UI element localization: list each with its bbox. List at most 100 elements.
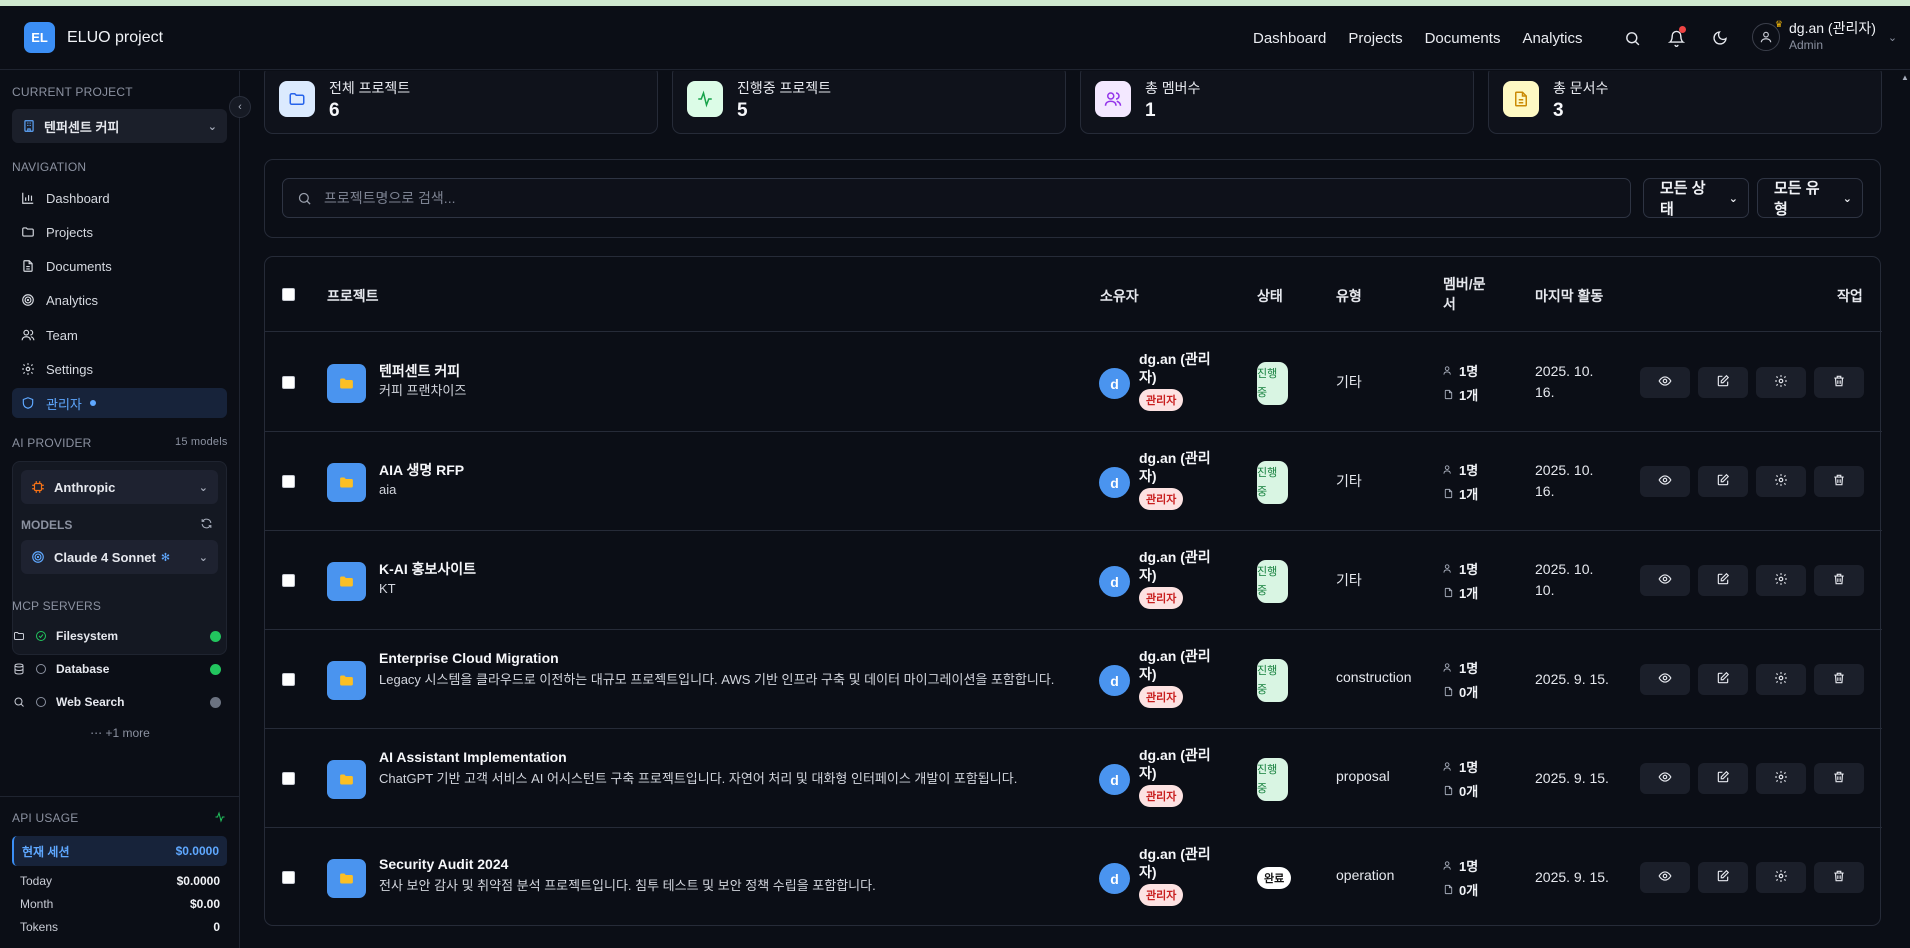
moon-icon[interactable] xyxy=(1710,28,1730,48)
stat-card-members: 총 멤버수 1 xyxy=(1080,71,1474,134)
table-row[interactable]: AIA 생명 RFP aia d dg.an (관리 자) 관리자 진행 중 기타 … xyxy=(265,432,1882,531)
owner-name-line: 자) xyxy=(1139,369,1157,385)
last-activity-date: 2025. 9. 15. xyxy=(1535,671,1609,687)
bell-icon[interactable] xyxy=(1666,26,1686,48)
circle-icon xyxy=(34,696,48,708)
project-title[interactable]: AIA 생명 RFP xyxy=(379,460,464,480)
user-icon xyxy=(1443,563,1454,574)
edit-button[interactable] xyxy=(1698,466,1748,497)
header-type[interactable]: 유형 xyxy=(1336,286,1362,306)
search-box[interactable] xyxy=(282,178,1631,218)
delete-button[interactable] xyxy=(1814,565,1864,596)
row-checkbox[interactable] xyxy=(282,772,295,785)
sidebar-item-documents[interactable]: Documents xyxy=(12,251,227,281)
model-dropdown[interactable]: Claude 4 Sonnet ✻ ⌄ xyxy=(21,540,218,574)
stat-value: 1 xyxy=(1145,100,1156,121)
sidebar: CURRENT PROJECT ‹ 텐퍼센트 커피 ⌄ NAVIGATION D… xyxy=(0,71,251,948)
project-title[interactable]: K-AI 홍보사이트 xyxy=(379,559,476,579)
folder-icon xyxy=(327,562,366,601)
status-filter-select[interactable]: 모든 상태 ⌄ xyxy=(1643,178,1749,218)
settings-button[interactable] xyxy=(1756,367,1806,398)
table-row[interactable]: Enterprise Cloud Migration Legacy 시스템을 클… xyxy=(265,630,1882,729)
stat-card-total-projects: 전체 프로젝트 6 xyxy=(264,71,658,134)
search-icon[interactable] xyxy=(1622,28,1642,48)
view-button[interactable] xyxy=(1640,763,1690,794)
delete-button[interactable] xyxy=(1814,466,1864,497)
project-selector[interactable]: 텐퍼센트 커피 ⌄ xyxy=(12,109,227,143)
project-title[interactable]: AI Assistant Implementation xyxy=(379,749,567,765)
row-checkbox[interactable] xyxy=(282,673,295,686)
select-all-checkbox[interactable] xyxy=(282,288,295,301)
user-menu[interactable]: ♛ dg.an (관리자) Admin ⌄ xyxy=(1752,19,1897,54)
project-title[interactable]: 텐퍼센트 커피 xyxy=(379,361,460,381)
more-servers-link[interactable]: ⋯ +1 more xyxy=(0,726,240,740)
search-input[interactable] xyxy=(324,190,1574,206)
member-count-value: 1명 xyxy=(1459,760,1479,775)
type-filter-select[interactable]: 모든 유형 ⌄ xyxy=(1757,178,1863,218)
table-row[interactable]: AI Assistant Implementation ChatGPT 기반 고… xyxy=(265,729,1882,828)
header-owner[interactable]: 소유자 xyxy=(1100,286,1139,306)
status-dot xyxy=(210,630,221,642)
header-members-docs[interactable]: 멤버/문 xyxy=(1443,274,1486,294)
edit-button[interactable] xyxy=(1698,367,1748,398)
topnav-dashboard[interactable]: Dashboard xyxy=(1253,30,1326,47)
folder-icon xyxy=(327,364,366,403)
delete-button[interactable] xyxy=(1814,664,1864,695)
topnav-projects[interactable]: Projects xyxy=(1348,30,1402,47)
app-logo[interactable]: EL xyxy=(24,22,55,53)
view-button[interactable] xyxy=(1640,367,1690,398)
delete-button[interactable] xyxy=(1814,763,1864,794)
sidebar-item-settings[interactable]: Settings xyxy=(12,354,227,384)
view-button[interactable] xyxy=(1640,664,1690,695)
notification-dot xyxy=(1679,26,1686,33)
sidebar-item-dashboard[interactable]: Dashboard xyxy=(12,183,227,213)
edit-button[interactable] xyxy=(1698,664,1748,695)
scroll-up-icon[interactable]: ▲ xyxy=(1901,73,1909,82)
folder-icon xyxy=(327,463,366,502)
row-checkbox[interactable] xyxy=(282,475,295,488)
header-last-activity[interactable]: 마지막 활동 xyxy=(1535,286,1603,306)
delete-button[interactable] xyxy=(1814,862,1864,893)
row-checkbox[interactable] xyxy=(282,376,295,389)
mcp-server-web-search[interactable]: Web Search xyxy=(12,688,227,716)
mcp-server-database[interactable]: Database xyxy=(12,655,227,683)
delete-button[interactable] xyxy=(1814,367,1864,398)
table-row[interactable]: Security Audit 2024 전사 보안 감사 및 취약점 분석 프로… xyxy=(265,828,1882,927)
view-button[interactable] xyxy=(1640,565,1690,596)
settings-button[interactable] xyxy=(1756,763,1806,794)
project-title[interactable]: Security Audit 2024 xyxy=(379,856,508,872)
row-checkbox[interactable] xyxy=(282,871,295,884)
sidebar-item-analytics[interactable]: Analytics xyxy=(12,285,227,315)
settings-button[interactable] xyxy=(1756,466,1806,497)
app-title[interactable]: ELUO project xyxy=(67,29,163,47)
provider-dropdown[interactable]: Anthropic ⌄ xyxy=(21,470,218,504)
settings-button[interactable] xyxy=(1756,664,1806,695)
member-count: 1명 xyxy=(1443,658,1478,677)
refresh-icon[interactable] xyxy=(200,517,213,533)
edit-button[interactable] xyxy=(1698,763,1748,794)
view-button[interactable] xyxy=(1640,466,1690,497)
edit-button[interactable] xyxy=(1698,565,1748,596)
topnav-documents[interactable]: Documents xyxy=(1425,30,1501,47)
mcp-server-filesystem[interactable]: Filesystem xyxy=(12,622,227,650)
header-status[interactable]: 상태 xyxy=(1257,286,1283,306)
status-text: 진행 xyxy=(1257,368,1278,380)
project-title[interactable]: Enterprise Cloud Migration xyxy=(379,650,559,666)
sidebar-item-projects[interactable]: Projects xyxy=(12,217,227,247)
table-row[interactable]: K-AI 홍보사이트 KT d dg.an (관리 자) 관리자 진행 중 기타 1… xyxy=(265,531,1882,630)
mcp-server-name: Filesystem xyxy=(56,629,119,643)
document-count-value: 0개 xyxy=(1459,685,1479,700)
document-count-value: 0개 xyxy=(1459,883,1479,898)
settings-button[interactable] xyxy=(1756,565,1806,596)
collapse-sidebar-button[interactable]: ‹ xyxy=(229,96,251,118)
edit-button[interactable] xyxy=(1698,862,1748,893)
settings-button[interactable] xyxy=(1756,862,1806,893)
sidebar-item-team[interactable]: Team xyxy=(12,320,227,350)
page-scrollbar[interactable]: ▲ xyxy=(1898,71,1910,948)
table-row[interactable]: 텐퍼센트 커피 커피 프랜차이즈 d dg.an (관리 자) 관리자 진행 중 기… xyxy=(265,333,1882,432)
sidebar-item-admin[interactable]: 관리자 xyxy=(12,388,227,418)
view-button[interactable] xyxy=(1640,862,1690,893)
topnav-analytics[interactable]: Analytics xyxy=(1522,30,1582,47)
row-checkbox[interactable] xyxy=(282,574,295,587)
header-project[interactable]: 프로젝트 xyxy=(327,286,379,306)
